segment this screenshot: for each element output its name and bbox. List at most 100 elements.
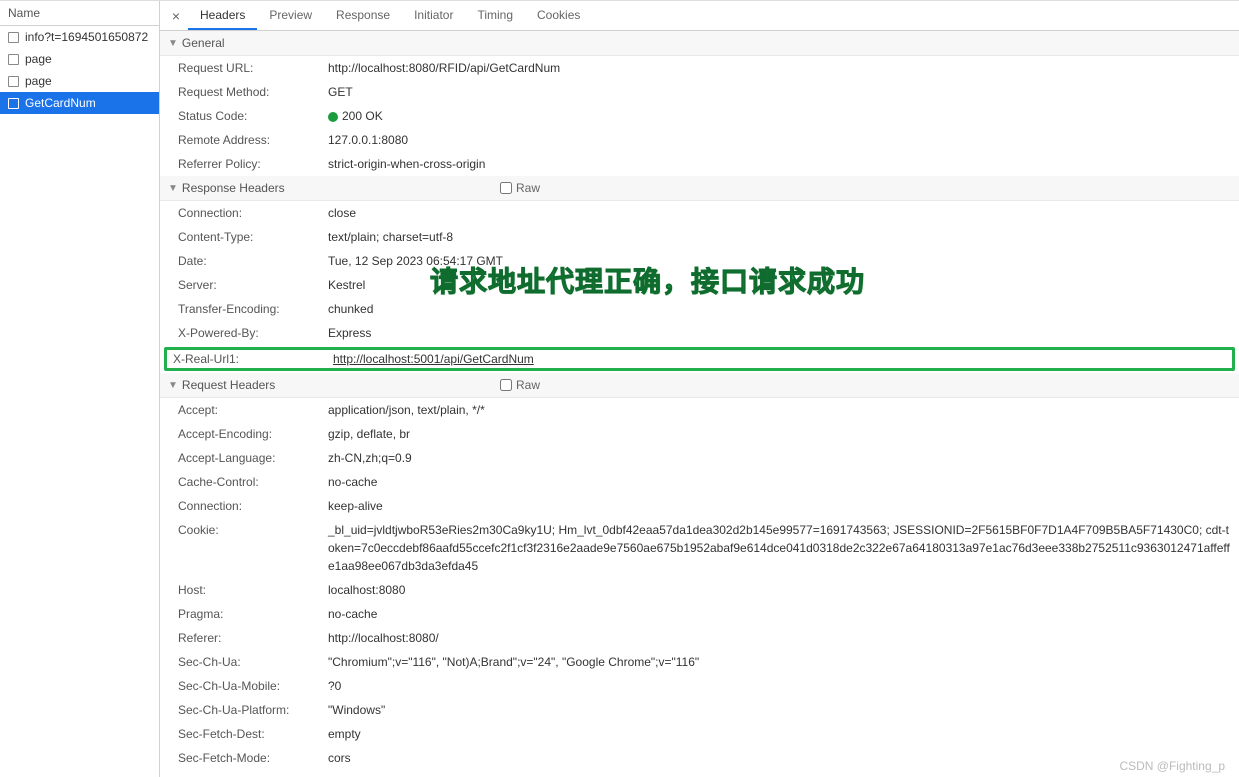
header-row: Transfer-Encoding:chunked [160, 297, 1239, 321]
header-key: Transfer-Encoding: [178, 300, 328, 318]
raw-checkbox[interactable] [500, 182, 512, 194]
status-dot-icon [328, 112, 338, 122]
disclosure-triangle-icon: ▼ [168, 380, 178, 391]
header-row: Accept:application/json, text/plain, */* [160, 398, 1239, 422]
header-row: Request Method:GET [160, 80, 1239, 104]
header-key: Referer: [178, 629, 328, 647]
header-row: Sec-Fetch-Site:same-origin [160, 770, 1239, 777]
content-scroll[interactable]: ▼ General Request URL:http://localhost:8… [160, 31, 1239, 777]
tab-timing[interactable]: Timing [465, 2, 525, 30]
document-icon [8, 76, 19, 87]
header-key: Cookie: [178, 521, 328, 575]
header-value: chunked [328, 300, 1231, 318]
document-icon [8, 98, 19, 109]
watermark: CSDN @Fighting_p [1119, 759, 1225, 773]
header-value: localhost:8080 [328, 581, 1231, 599]
header-value: text/plain; charset=utf-8 [328, 228, 1231, 246]
header-row: Host:localhost:8080 [160, 578, 1239, 602]
header-key: Sec-Fetch-Mode: [178, 749, 328, 767]
raw-toggle[interactable]: Raw [500, 181, 540, 195]
header-key: X-Real-Url1: [173, 352, 333, 366]
devtools-network-panel: Name info?t=1694501650872pagepageGetCard… [0, 0, 1239, 777]
header-value: close [328, 204, 1231, 222]
header-value: "Windows" [328, 701, 1231, 719]
request-row[interactable]: page [0, 70, 159, 92]
header-value: gzip, deflate, br [328, 425, 1231, 443]
document-icon [8, 32, 19, 43]
header-key: Date: [178, 252, 328, 270]
raw-checkbox[interactable] [500, 379, 512, 391]
header-row: Referer:http://localhost:8080/ [160, 626, 1239, 650]
header-row: Connection:close [160, 201, 1239, 225]
header-key: Accept-Encoding: [178, 425, 328, 443]
annotation-text: 请求地址代理正确，接口请求成功 [430, 260, 865, 300]
header-key: Accept: [178, 401, 328, 419]
header-row: Content-Type:text/plain; charset=utf-8 [160, 225, 1239, 249]
header-value: ?0 [328, 677, 1231, 695]
header-row: Connection:keep-alive [160, 494, 1239, 518]
section-title: Request Headers [182, 378, 275, 392]
header-key: Content-Type: [178, 228, 328, 246]
main-panel: × HeadersPreviewResponseInitiatorTimingC… [160, 1, 1239, 777]
header-value: no-cache [328, 473, 1231, 491]
request-label: info?t=1694501650872 [25, 30, 148, 44]
section-title: Response Headers [182, 181, 285, 195]
header-row: Accept-Language:zh-CN,zh;q=0.9 [160, 446, 1239, 470]
header-value: cors [328, 749, 1231, 767]
header-value: same-origin [328, 773, 1231, 777]
tab-response[interactable]: Response [324, 2, 402, 30]
header-key: Host: [178, 581, 328, 599]
header-value: no-cache [328, 605, 1231, 623]
header-key: X-Powered-By: [178, 324, 328, 342]
header-row: Remote Address:127.0.0.1:8080 [160, 128, 1239, 152]
close-icon[interactable]: × [164, 8, 188, 24]
tabs-bar: × HeadersPreviewResponseInitiatorTimingC… [160, 1, 1239, 31]
header-row: Cache-Control:no-cache [160, 470, 1239, 494]
header-key: Referrer Policy: [178, 155, 328, 173]
header-key: Request Method: [178, 83, 328, 101]
request-row[interactable]: info?t=1694501650872 [0, 26, 159, 48]
header-key: Accept-Language: [178, 449, 328, 467]
header-row: Accept-Encoding:gzip, deflate, br [160, 422, 1239, 446]
header-value: _bl_uid=jvldtjwboR53eRies2m30Ca9ky1U; Hm… [328, 521, 1231, 575]
request-row[interactable]: page [0, 48, 159, 70]
document-icon [8, 54, 19, 65]
header-value: zh-CN,zh;q=0.9 [328, 449, 1231, 467]
header-value: keep-alive [328, 497, 1231, 515]
request-list-sidebar: Name info?t=1694501650872pagepageGetCard… [0, 1, 160, 777]
request-row[interactable]: GetCardNum [0, 92, 159, 114]
header-row: Request URL:http://localhost:8080/RFID/a… [160, 56, 1239, 80]
raw-toggle[interactable]: Raw [500, 378, 540, 392]
header-value: application/json, text/plain, */* [328, 401, 1231, 419]
section-request-header[interactable]: ▼ Request Headers Raw [160, 373, 1239, 398]
header-key: Connection: [178, 497, 328, 515]
header-value: strict-origin-when-cross-origin [328, 155, 1231, 173]
header-key: Status Code: [178, 107, 328, 125]
header-value: 200 OK [328, 107, 1231, 125]
tab-initiator[interactable]: Initiator [402, 2, 465, 30]
disclosure-triangle-icon: ▼ [168, 183, 178, 194]
header-row: Status Code:200 OK [160, 104, 1239, 128]
header-value: http://localhost:8080/RFID/api/GetCardNu… [328, 59, 1231, 77]
tab-preview[interactable]: Preview [257, 2, 324, 30]
header-key: Remote Address: [178, 131, 328, 149]
header-key: Sec-Ch-Ua-Mobile: [178, 677, 328, 695]
header-row: Cookie:_bl_uid=jvldtjwboR53eRies2m30Ca9k… [160, 518, 1239, 578]
section-response-header[interactable]: ▼ Response Headers Raw [160, 176, 1239, 201]
disclosure-triangle-icon: ▼ [168, 38, 178, 49]
tab-cookies[interactable]: Cookies [525, 2, 592, 30]
tab-headers[interactable]: Headers [188, 2, 257, 30]
header-key: Sec-Ch-Ua: [178, 653, 328, 671]
header-key: Pragma: [178, 605, 328, 623]
header-key: Request URL: [178, 59, 328, 77]
header-key: Server: [178, 276, 328, 294]
header-value: Express [328, 324, 1231, 342]
header-key: Sec-Ch-Ua-Platform: [178, 701, 328, 719]
header-row: Sec-Ch-Ua-Platform:"Windows" [160, 698, 1239, 722]
section-title: General [182, 36, 225, 50]
header-value: http://localhost:5001/api/GetCardNum [333, 352, 1226, 366]
header-row: Sec-Ch-Ua-Mobile:?0 [160, 674, 1239, 698]
request-label: GetCardNum [25, 96, 96, 110]
section-general-header[interactable]: ▼ General [160, 31, 1239, 56]
header-row: Sec-Ch-Ua:"Chromium";v="116", "Not)A;Bra… [160, 650, 1239, 674]
